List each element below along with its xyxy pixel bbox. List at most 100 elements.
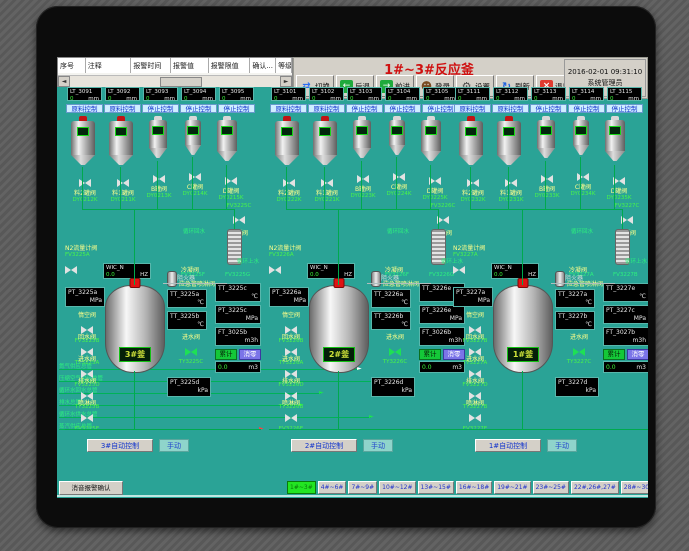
water-inlet-valve[interactable]: 进水阀TY3226C [373, 335, 417, 365]
valve-icon[interactable] [81, 370, 93, 378]
tank-valve[interactable]: B罐阀DY0213K [139, 169, 179, 199]
tank-control-button[interactable]: 停止控制 [606, 104, 643, 113]
tank-level-window [356, 126, 368, 135]
valve-icon[interactable] [285, 392, 297, 400]
valve-icon[interactable] [321, 179, 333, 187]
valve-icon[interactable] [467, 179, 479, 187]
tank-control-button[interactable]: 停止控制 [346, 104, 383, 113]
valve-icon[interactable] [285, 370, 297, 378]
tank-control-button[interactable]: 原料控制 [270, 104, 307, 113]
reactor-valve[interactable]: 喷淋阀FV3226E [271, 401, 311, 433]
valve-icon[interactable] [469, 392, 481, 400]
tank-valve[interactable]: 料1罐阀DY0221K [307, 173, 347, 203]
tank-valve[interactable]: 料2罐阀DY0212K [65, 173, 105, 203]
manual-button[interactable]: 手动 [363, 439, 393, 452]
valve-icon[interactable] [389, 348, 401, 356]
valve-icon[interactable] [117, 179, 129, 187]
tank-valve[interactable]: 料2罐阀DY0222K [269, 173, 309, 203]
page-button-1-3[interactable]: 1#~3# [287, 481, 316, 494]
pipe-line [134, 209, 135, 285]
totalize-button[interactable]: 累计 [603, 349, 625, 360]
mute-alarm-button[interactable]: 消音报警确认 [59, 481, 123, 495]
valve-icon[interactable] [81, 414, 93, 422]
tank-valve[interactable]: C罐阀DY0234K [563, 167, 603, 197]
valve-icon[interactable] [469, 414, 481, 422]
reset-button[interactable]: 消零 [239, 349, 261, 360]
valve-icon[interactable] [285, 348, 297, 356]
tank-control-button[interactable]: 原料控制 [104, 104, 141, 113]
valve-icon[interactable] [285, 326, 297, 334]
tank-valve[interactable]: D罐阀DY0235K [599, 171, 639, 201]
water-inlet-valve[interactable]: 进水阀TY3227C [557, 335, 601, 365]
page-button-4-6[interactable]: 4#~6# [318, 481, 347, 494]
valve-icon[interactable] [189, 173, 201, 181]
valve-icon[interactable] [453, 266, 465, 274]
valve-icon[interactable] [393, 173, 405, 181]
totalize-button[interactable]: 累计 [215, 349, 237, 360]
page-button-7-9[interactable]: 7#~9# [348, 481, 377, 494]
valve-icon[interactable] [469, 326, 481, 334]
page-button-19-21[interactable]: 19#~21# [494, 481, 530, 494]
valve-icon[interactable] [469, 370, 481, 378]
tank-valve[interactable]: B罐阀DY0223K [343, 169, 383, 199]
valve-icon[interactable] [79, 179, 91, 187]
water-inlet-valve[interactable]: 进水阀TY3225C [169, 335, 213, 365]
valve-icon[interactable] [285, 414, 297, 422]
valve-icon[interactable] [153, 175, 165, 183]
page-button-22-26-27[interactable]: 22#,26#,27# [571, 481, 619, 494]
reactor-valve[interactable]: 喷淋阀FV3227E [455, 401, 495, 433]
totalize-button[interactable]: 累计 [419, 349, 441, 360]
valve-icon[interactable] [81, 392, 93, 400]
manual-button[interactable]: 手动 [547, 439, 577, 452]
page-button-13-15[interactable]: 13#~15# [418, 481, 454, 494]
tank-control-button[interactable]: 停止控制 [568, 104, 605, 113]
reactor-vessel[interactable]: 1#釜 [493, 285, 553, 373]
valve-icon[interactable] [469, 348, 481, 356]
valve-icon[interactable] [505, 179, 517, 187]
valve-icon[interactable] [185, 348, 197, 356]
tank-valve[interactable]: B罐阀DY0233K [527, 169, 567, 199]
tank-control-button[interactable]: 停止控制 [384, 104, 421, 113]
reactor-vessel[interactable]: 3#釜 [105, 285, 165, 373]
tank-valve[interactable]: D罐阀DY0215K [211, 171, 251, 201]
valve-icon[interactable] [81, 348, 93, 356]
auto-control-button[interactable]: 1#自动控制 [475, 439, 541, 452]
tank-control-button[interactable]: 停止控制 [180, 104, 217, 113]
valve-icon[interactable] [357, 175, 369, 183]
valve-icon[interactable] [283, 179, 295, 187]
tank-control-button[interactable]: 原料控制 [308, 104, 345, 113]
pressure-readout: PT_3227dkPa [555, 377, 599, 397]
tank-control-button[interactable]: 停止控制 [218, 104, 255, 113]
tank-level-window [391, 126, 403, 135]
tank-control-button[interactable]: 停止控制 [530, 104, 567, 113]
auto-control-button[interactable]: 2#自动控制 [291, 439, 357, 452]
manual-button[interactable]: 手动 [159, 439, 189, 452]
valve-icon[interactable] [81, 326, 93, 334]
page-button-16-18[interactable]: 16#~18# [456, 481, 492, 494]
tank-valve[interactable]: D罐阀DY0225K [415, 171, 455, 201]
tank-valve[interactable]: C罐阀DY0224K [379, 167, 419, 197]
tank-control-button[interactable]: 原料控制 [454, 104, 491, 113]
tank-valve[interactable]: 料2罐阀DY0232K [453, 173, 493, 203]
tank-valve[interactable]: 料1罐阀DY0231K [491, 173, 531, 203]
page-button-23-25[interactable]: 23#~25# [533, 481, 569, 494]
valve-icon[interactable] [573, 348, 585, 356]
valve-icon[interactable] [541, 175, 553, 183]
page-button-28-30[interactable]: 28#~30# [621, 481, 648, 494]
valve-icon[interactable] [577, 173, 589, 181]
tank-cone [353, 148, 371, 158]
auto-control-button[interactable]: 3#自动控制 [87, 439, 153, 452]
tank-valve[interactable]: C罐阀DY0214K [175, 167, 215, 197]
tank-control-button[interactable]: 原料控制 [66, 104, 103, 113]
reset-button[interactable]: 消零 [627, 349, 648, 360]
page-button-10-12[interactable]: 10#~12# [379, 481, 415, 494]
tank-valve[interactable]: 料1罐阀DY0211K [103, 173, 143, 203]
tank-control-button[interactable]: 停止控制 [142, 104, 179, 113]
feed-tank [605, 116, 625, 161]
reactor-valve[interactable]: 喷淋阀FV3225E [67, 401, 107, 433]
valve-icon[interactable] [269, 266, 281, 274]
valve-icon[interactable] [65, 266, 77, 274]
condenser-return-label: 循环回水 [387, 227, 409, 235]
reactor-vessel[interactable]: 2#釜 [309, 285, 369, 373]
tank-control-button[interactable]: 原料控制 [492, 104, 529, 113]
